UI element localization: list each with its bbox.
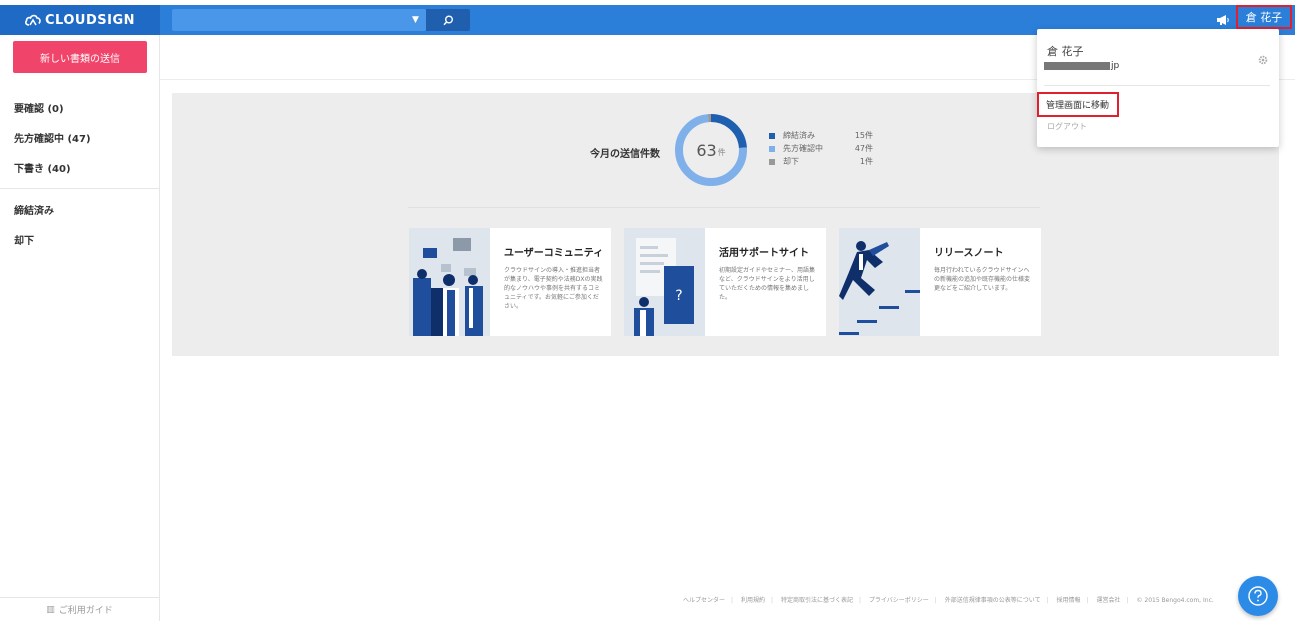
- legend-name: 却下: [783, 157, 799, 166]
- logo[interactable]: CLOUDSIGN: [0, 5, 160, 35]
- logout-link[interactable]: ログアウト: [1047, 121, 1087, 132]
- total-sent-unit: 件: [717, 147, 726, 157]
- legend-swatch: [769, 145, 775, 152]
- legend-swatch: [769, 132, 775, 139]
- card-user-community[interactable]: ユーザーコミュニティ クラウドサインの導入・推進担当者が集まり、電子契約や法務D…: [409, 228, 611, 336]
- footer-separator: |: [934, 597, 937, 604]
- search-button[interactable]: [426, 9, 470, 31]
- footer-separator: |: [770, 597, 774, 604]
- footer-link-terms[interactable]: 利用規約: [741, 597, 765, 604]
- donut-center: 63 件: [674, 113, 748, 187]
- release-illustration: [839, 228, 920, 336]
- email-suffix: jp: [1111, 61, 1120, 71]
- footer-link-commerce[interactable]: 特定商取引法に基づく表記: [781, 597, 853, 604]
- user-dropdown: 倉 花子 jp 管理画面に移動 ログアウト: [1037, 29, 1279, 147]
- sidebar-nav: 要確認 (0) 先方確認中 (47) 下書き (40) 締結済み 却下: [0, 92, 159, 254]
- card-title: 活用サポートサイト: [719, 248, 809, 259]
- card-title: ユーザーコミュニティ: [504, 248, 604, 259]
- card-support-site[interactable]: ? 活用サポートサイト 初期設定ガイドやセミナー、用語集など、クラウドサインをよ…: [624, 228, 826, 336]
- dropdown-divider: [1044, 85, 1270, 86]
- email-redaction: [1044, 62, 1110, 70]
- sidebar-item-rejected[interactable]: 却下: [0, 224, 159, 254]
- card-description: 初期設定ガイドやセミナー、用語集など、クラウドサインをより活用していただくための…: [719, 267, 815, 301]
- footer-separator: |: [1086, 597, 1089, 604]
- card-release-notes[interactable]: リリースノート 毎月行われているクラウドサインへの新機能の追加や既存機能の仕様変…: [839, 228, 1041, 336]
- community-illustration: [409, 228, 490, 336]
- cloud-logo-icon: [25, 14, 41, 26]
- legend-row-concluded[interactable]: 締結済み 15件: [769, 129, 873, 142]
- footer-separator: |: [731, 597, 734, 604]
- sidebar-divider: [0, 188, 159, 189]
- search-icon: [442, 15, 453, 25]
- sidebar-item-awaiting-counterparty[interactable]: 先方確認中 (47): [0, 122, 159, 152]
- legend-name: 締結済み: [783, 131, 815, 140]
- footer-separator: |: [858, 597, 861, 604]
- footer: ヘルプセンター | 利用規約 | 特定商取引法に基づく表記 | プライバシーポリシー |…: [680, 595, 1217, 604]
- footer-separator: |: [1046, 597, 1049, 604]
- stats-label: 今月の送信件数: [590, 149, 660, 160]
- gear-icon[interactable]: [1257, 54, 1269, 66]
- footer-copyright: © 2015 Bengo4.com, Inc.: [1136, 597, 1214, 604]
- dropdown-user-name: 倉 花子: [1047, 45, 1084, 58]
- footer-link-company[interactable]: 運営会社: [1097, 597, 1121, 604]
- card-description: クラウドサインの導入・推進担当者が集まり、電子契約や法務DXの実践的なノウハウや…: [504, 267, 603, 310]
- sidebar-item-drafts[interactable]: 下書き (40): [0, 152, 159, 182]
- footer-link-external[interactable]: 外部送信規律事項の公表等について: [945, 597, 1041, 604]
- donut-legend: 締結済み 15件 先方確認中 47件 却下 1件: [769, 129, 873, 168]
- user-guide-label: ご利用ガイド: [58, 606, 113, 616]
- admin-panel-link[interactable]: 管理画面に移動: [1037, 92, 1119, 117]
- stats-divider: [408, 207, 1040, 208]
- help-button[interactable]: [1238, 576, 1278, 616]
- legend-swatch: [769, 158, 775, 165]
- legend-name: 先方確認中: [783, 144, 823, 153]
- sidebar-item-concluded[interactable]: 締結済み: [0, 194, 159, 224]
- legend-count: 47件: [854, 144, 873, 153]
- support-illustration: ?: [624, 228, 705, 336]
- sidebar: 新しい書類の送信 要確認 (0) 先方確認中 (47) 下書き (40) 締結済…: [0, 35, 160, 621]
- sidebar-item-needs-review[interactable]: 要確認 (0): [0, 92, 159, 122]
- book-icon: ▥: [46, 604, 55, 615]
- user-guide-link[interactable]: ▥ ご利用ガイド: [0, 597, 159, 621]
- svg-text:?: ?: [675, 288, 682, 304]
- dropdown-user-email: jp: [1044, 61, 1119, 71]
- footer-link-privacy[interactable]: プライバシーポリシー: [869, 597, 929, 604]
- user-menu-button[interactable]: 倉 花子: [1236, 5, 1292, 29]
- footer-link-help[interactable]: ヘルプセンター: [683, 597, 725, 604]
- footer-separator: |: [1126, 597, 1129, 604]
- legend-row-rejected[interactable]: 却下 1件: [769, 155, 873, 168]
- total-sent-count: 63: [696, 140, 717, 160]
- legend-count: 1件: [859, 157, 873, 166]
- question-icon: [1248, 586, 1268, 606]
- megaphone-icon[interactable]: [1214, 11, 1232, 29]
- footer-link-careers[interactable]: 採用情報: [1057, 597, 1081, 604]
- card-description: 毎月行われているクラウドサインへの新機能の追加や既存機能の仕様変更などをご紹介し…: [934, 267, 1031, 292]
- new-document-button[interactable]: 新しい書類の送信: [13, 41, 147, 73]
- legend-row-awaiting[interactable]: 先方確認中 47件: [769, 142, 873, 155]
- logo-text: CLOUDSIGN: [44, 12, 135, 28]
- search-input[interactable]: [172, 9, 426, 31]
- legend-count: 15件: [854, 131, 873, 140]
- card-title: リリースノート: [934, 248, 1004, 259]
- caret-down-icon[interactable]: ▼: [412, 15, 419, 25]
